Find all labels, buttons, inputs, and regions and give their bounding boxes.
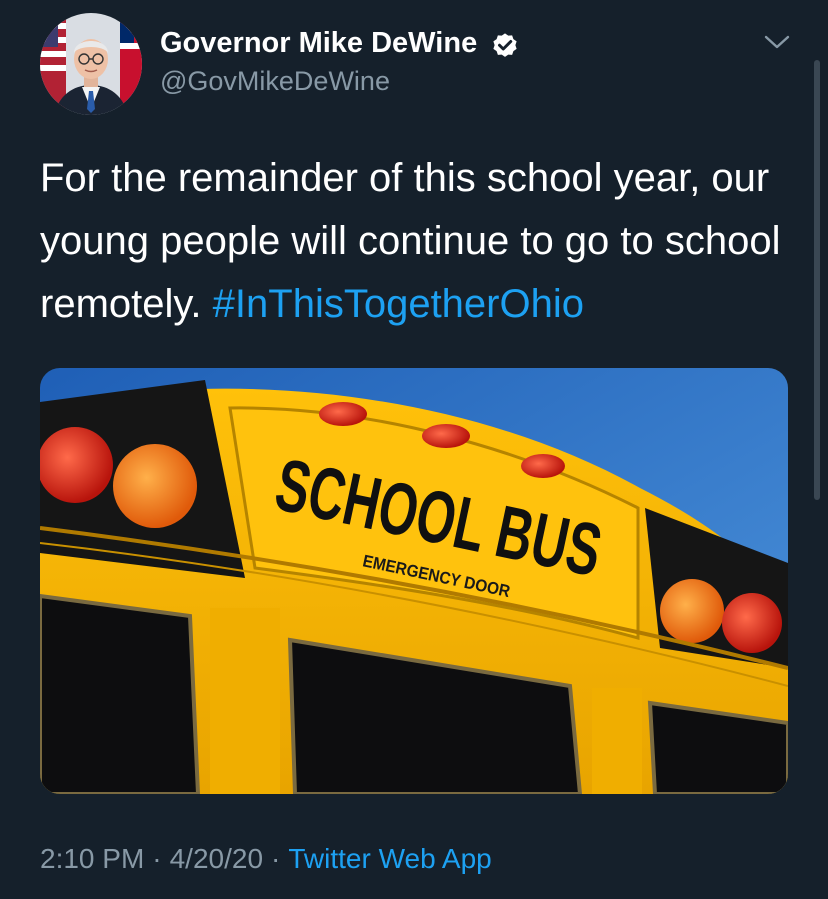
school-bus-photo: SCHOOL BUS EMERGENCY DOOR <box>40 368 788 794</box>
author-name[interactable]: Governor Mike DeWine <box>160 27 477 60</box>
footer-separator: · <box>271 843 281 874</box>
author-handle[interactable]: @GovMikeDeWine <box>160 66 390 97</box>
hashtag-link[interactable]: #InThisTogetherOhio <box>213 282 584 326</box>
footer-separator: · <box>152 843 162 874</box>
chevron-down-icon[interactable] <box>762 32 792 52</box>
tweet-media-image[interactable]: SCHOOL BUS EMERGENCY DOOR <box>40 368 788 794</box>
tweet-date[interactable]: 4/20/20 <box>170 843 263 874</box>
tweet-footer: 2:10 PM · 4/20/20 · Twitter Web App <box>40 843 492 875</box>
tweet-text: For the remainder of this school year, o… <box>40 147 800 336</box>
tweet-source-link[interactable]: Twitter Web App <box>288 843 491 874</box>
scrollbar[interactable] <box>814 60 820 500</box>
avatar[interactable] <box>40 13 142 115</box>
tweet-card: Governor Mike DeWine @GovMikeDeWine For … <box>0 0 828 899</box>
tweet-time[interactable]: 2:10 PM <box>40 843 144 874</box>
verified-badge-icon <box>493 33 517 57</box>
avatar-photo <box>40 13 142 115</box>
